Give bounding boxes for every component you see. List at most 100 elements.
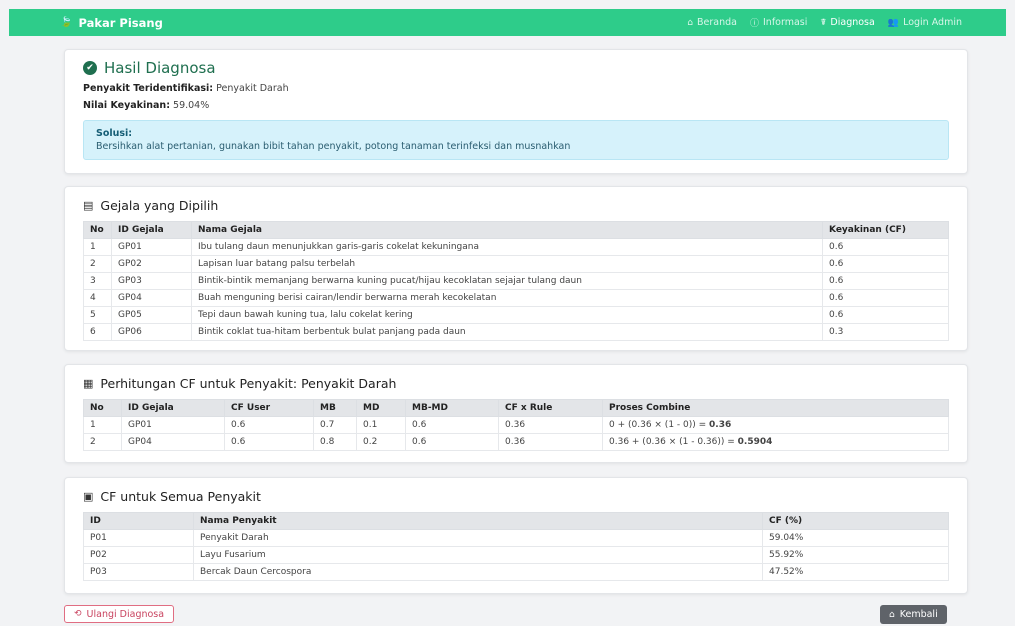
solution-label: Solusi: <box>96 128 133 139</box>
table-row: 2 GP02 Lapisan luar batang palsu terbela… <box>83 255 949 273</box>
table-cell: 3 <box>83 272 112 290</box>
all-title: CF untuk Semua Penyakit <box>100 489 261 504</box>
info-icon: ⓘ <box>749 19 759 29</box>
table-cell: 1 <box>83 416 122 434</box>
table-cell: Bintik coklat tua-hitam berbentuk bulat … <box>191 323 823 341</box>
diagnosis-result-card: ✔ Hasil Diagnosa Penyakit Teridentifikas… <box>64 49 968 174</box>
nav-item-login-admin[interactable]: 👥 Login Admin <box>888 17 962 28</box>
table-cell: 5 <box>83 306 112 324</box>
solution-alert: Solusi: Bersihkan alat pertanian, gunaka… <box>83 120 949 160</box>
combine-cell: 0.36 + (0.36 × (1 - 0.36)) = 0.5904 <box>602 433 949 451</box>
table-cell: P01 <box>83 529 194 547</box>
column-header: MB-MD <box>405 399 499 417</box>
table-cell: 0.6 <box>822 289 949 307</box>
table-cell: GP01 <box>121 416 225 434</box>
nav-item-label: Login Admin <box>903 17 962 28</box>
back-label: Kembali <box>899 609 938 620</box>
column-header: Proses Combine <box>602 399 949 417</box>
check-circle-icon: ✔ <box>83 61 97 75</box>
identified-disease-label: Penyakit Teridentifikasi: <box>83 83 214 94</box>
home-icon: ⌂ <box>687 17 694 28</box>
table-cell: 0.6 <box>822 306 949 324</box>
table-cell: 0.6 <box>405 433 499 451</box>
table-row: 6 GP06 Bintik coklat tua-hitam berbentuk… <box>83 323 949 341</box>
identified-disease-value: Penyakit Darah <box>216 83 289 94</box>
home-icon: ⌂ <box>889 609 895 620</box>
column-header: MB <box>313 399 357 417</box>
table-cell: Tepi daun bawah kuning tua, lalu cokelat… <box>191 306 823 324</box>
table-cell: 6 <box>83 323 112 341</box>
users-icon: 👥 <box>887 17 900 28</box>
table-cell: Buah menguning berisi cairan/lendir berw… <box>191 289 823 307</box>
selected-symptoms-card: ▤ Gejala yang Dipilih No ID Gejala Nama … <box>64 186 968 351</box>
table-row: P03 Bercak Daun Cercospora 47.52% <box>83 563 949 581</box>
combine-formula: 0 + (0.36 × (1 - 0)) = <box>609 420 710 430</box>
nav-item-informasi[interactable]: ⓘ Informasi <box>750 16 807 29</box>
table-cell: Bercak Daun Cercospora <box>193 563 763 581</box>
clipboard-icon: ▣ <box>83 490 94 503</box>
table-header-row: No ID Gejala CF User MB MD MB-MD CF x Ru… <box>83 399 949 417</box>
table-cell: 0.6 <box>822 238 949 256</box>
calc-heading: ▦ Perhitungan CF untuk Penyakit: Penyaki… <box>83 376 949 391</box>
back-button[interactable]: ⌂ Kembali <box>880 605 947 624</box>
table-cell: Penyakit Darah <box>193 529 763 547</box>
table-row: 4 GP04 Buah menguning berisi cairan/lend… <box>83 289 949 307</box>
result-heading: ✔ Hasil Diagnosa <box>83 59 949 77</box>
table-cell: P02 <box>83 546 194 564</box>
calc-title: Perhitungan CF untuk Penyakit: Penyakit … <box>100 376 397 391</box>
table-cell: 0.36 <box>498 416 603 434</box>
table-cell: 0.3 <box>822 323 949 341</box>
table-cell: 0.6 <box>405 416 499 434</box>
nav-item-label: Diagnosa <box>830 17 875 28</box>
table-cell: 0.36 <box>498 433 603 451</box>
symptoms-table: No ID Gejala Nama Gejala Keyakinan (CF) … <box>83 221 949 341</box>
confidence-label: Nilai Keyakinan: <box>83 100 170 111</box>
column-header: Nama Penyakit <box>193 512 763 530</box>
column-header: Keyakinan (CF) <box>822 221 949 239</box>
calculator-icon: ▦ <box>83 377 94 390</box>
table-cell: GP06 <box>111 323 192 341</box>
table-cell: GP01 <box>111 238 192 256</box>
symptoms-heading: ▤ Gejala yang Dipilih <box>83 198 949 213</box>
retry-label: Ulangi Diagnosa <box>86 608 165 620</box>
calc-table: No ID Gejala CF User MB MD MB-MD CF x Ru… <box>83 399 949 451</box>
combine-result: 0.36 <box>709 420 732 430</box>
combine-result: 0.5904 <box>737 437 773 447</box>
table-cell: 2 <box>83 433 122 451</box>
table-cell: 4 <box>83 289 112 307</box>
column-header: No <box>83 221 112 239</box>
table-cell: 47.52% <box>762 563 949 581</box>
all-heading: ▣ CF untuk Semua Penyakit <box>83 489 949 504</box>
nav-item-beranda[interactable]: ⌂ Beranda <box>687 17 737 28</box>
retry-diagnosis-button[interactable]: ⟲ Ulangi Diagnosa <box>64 605 175 623</box>
table-row: 1 GP01 0.6 0.7 0.1 0.6 0.36 0 + (0.36 × … <box>83 416 949 434</box>
all-diseases-card: ▣ CF untuk Semua Penyakit ID Nama Penyak… <box>64 477 968 594</box>
nav-menu: ⌂ Beranda ⓘ Informasi ☤ Diagnosa 👥 Login… <box>687 16 962 29</box>
identified-disease: Penyakit Teridentifikasi: Penyakit Darah <box>83 83 949 94</box>
brand[interactable]: 🍃 Pakar Pisang <box>60 16 163 30</box>
table-cell: 59.04% <box>762 529 949 547</box>
table-header-row: No ID Gejala Nama Gejala Keyakinan (CF) <box>83 221 949 239</box>
cf-calculation-card: ▦ Perhitungan CF untuk Penyakit: Penyaki… <box>64 364 968 463</box>
column-header: CF User <box>224 399 314 417</box>
table-cell: P03 <box>83 563 194 581</box>
table-cell: 0.7 <box>313 416 357 434</box>
table-cell: 2 <box>83 255 112 273</box>
table-cell: 0.8 <box>313 433 357 451</box>
table-cell: Lapisan luar batang palsu terbelah <box>191 255 823 273</box>
table-header-row: ID Nama Penyakit CF (%) <box>83 512 949 530</box>
column-header: ID Gejala <box>111 221 192 239</box>
nav-item-label: Informasi <box>763 17 808 28</box>
table-cell: Bintik-bintik memanjang berwarna kuning … <box>191 272 823 290</box>
nav-item-label: Beranda <box>697 17 737 28</box>
table-cell: GP04 <box>111 289 192 307</box>
all-diseases-table: ID Nama Penyakit CF (%) P01 Penyakit Dar… <box>83 512 949 581</box>
nav-item-diagnosa[interactable]: ☤ Diagnosa <box>820 17 874 28</box>
table-cell: 0.2 <box>356 433 406 451</box>
column-header: MD <box>356 399 406 417</box>
column-header: CF x Rule <box>498 399 603 417</box>
list-icon: ▤ <box>83 199 94 212</box>
column-header: ID <box>83 512 194 530</box>
symptoms-title: Gejala yang Dipilih <box>100 198 219 213</box>
combine-cell: 0 + (0.36 × (1 - 0)) = 0.36 <box>602 416 949 434</box>
